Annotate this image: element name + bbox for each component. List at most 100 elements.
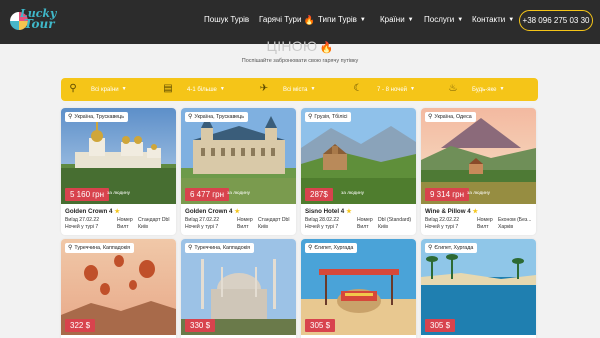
nights-count: Ночей у турі 7 bbox=[305, 224, 339, 230]
map-pin-icon: ⚲ bbox=[69, 83, 77, 94]
location-text: Єгипет, Хургада bbox=[434, 245, 474, 251]
country-select[interactable]: Всі країни ▼ bbox=[83, 78, 157, 101]
location-badge: ⚲ Україна, Трускавець bbox=[185, 112, 248, 122]
tour-card[interactable]: ⚲ Грузія, Тбілісі 287$ за людину Sisno Ho… bbox=[301, 108, 416, 235]
star-icon: ★ bbox=[472, 209, 479, 215]
nav-item-search-tours[interactable]: Пошук Турів bbox=[204, 15, 249, 24]
meal-type: Вилт bbox=[357, 224, 369, 230]
map-pin-icon: ⚲ bbox=[68, 114, 73, 120]
hotel-name-text: Golden Crown 4 bbox=[65, 208, 113, 215]
price-tag: 5 160 грн bbox=[65, 188, 110, 201]
departure-date: Виїзд 27.02.22 bbox=[65, 217, 100, 223]
phone-button[interactable]: +38 096 275 03 30 bbox=[519, 10, 593, 31]
tour-card[interactable]: ⚲ Україна, Трускавець 5 160 грн за людину… bbox=[61, 108, 176, 235]
hotel-name-text: Sisno Hotel 4 bbox=[305, 208, 345, 215]
nav-label: Країни bbox=[380, 15, 405, 24]
price-per-person: за людину bbox=[341, 191, 365, 196]
logo-line-2: Tour bbox=[24, 17, 55, 31]
price-per-person: за людину bbox=[227, 191, 251, 196]
people-icon: ▤ bbox=[163, 83, 173, 94]
price-tag: 305 $ bbox=[305, 319, 336, 332]
chevron-down-icon: ▼ bbox=[310, 86, 316, 92]
fire-icon: 🔥 bbox=[303, 15, 315, 25]
nav-item-countries[interactable]: Країни ▼ bbox=[380, 15, 414, 24]
price-tag: 9 314 грн bbox=[425, 188, 470, 201]
tour-card[interactable]: ⚲ Єгипет, Хургада 305 $ bbox=[421, 239, 536, 338]
nav-label: Послуги bbox=[424, 15, 455, 24]
hotel-name[interactable]: Golden Crown 4 ★ bbox=[185, 208, 240, 215]
location-badge: ⚲ Туреччина, Каппадокія bbox=[185, 243, 255, 253]
tour-card[interactable]: ⚲ Єгипет, Хургада 305 $ bbox=[301, 239, 416, 338]
hotel-name[interactable]: Golden Crown 4 ★ bbox=[65, 208, 120, 215]
chevron-down-icon: ▼ bbox=[407, 17, 414, 23]
lucky-tour-logo[interactable]: Lucky Tour bbox=[8, 4, 58, 40]
location-text: Єгипет, Хургада bbox=[314, 245, 354, 251]
departure-city: Київ bbox=[138, 224, 148, 230]
location-badge: ⚲ Україна, Трускавець bbox=[65, 112, 128, 122]
country-select-value: Всі країни bbox=[91, 87, 119, 93]
fire-icon: 🔥 bbox=[319, 42, 334, 54]
departure-city: Харків bbox=[498, 224, 514, 230]
hotel-name[interactable]: Sisno Hotel 4 ★ bbox=[305, 208, 352, 215]
price-tag: 330 $ bbox=[185, 319, 216, 332]
room-type: Стандарт Dbl bbox=[138, 217, 170, 223]
location-badge: ⚲ Україна, Одеса bbox=[425, 112, 476, 122]
price-tag: 322 $ bbox=[65, 319, 96, 332]
nav-label: Пошук Турів bbox=[204, 15, 250, 24]
room-type: Стандарт Dbl bbox=[258, 217, 290, 223]
nav-item-hot-tours[interactable]: Гарячі Тури 🔥 bbox=[259, 15, 315, 26]
departure-city: Київ bbox=[258, 224, 268, 230]
meal-select-value: Будь-яке bbox=[472, 87, 497, 93]
tour-card[interactable]: ⚲ Туреччина, Каппадокія 322 $ bbox=[61, 239, 176, 338]
map-pin-icon: ⚲ bbox=[188, 114, 193, 120]
meal-type: Вилт bbox=[117, 224, 129, 230]
nav-item-tour-types[interactable]: Типи Турів ▼ bbox=[318, 15, 366, 24]
people-select-value: 4-1 більше bbox=[187, 87, 217, 93]
logo-text: Lucky Tour bbox=[20, 8, 56, 30]
tour-card[interactable]: ⚲ Туреччина, Каппадокія 330 $ bbox=[181, 239, 296, 338]
chevron-down-icon: ▼ bbox=[499, 86, 505, 92]
room-type: Dbl (Standard) bbox=[378, 217, 412, 223]
location-text: Туреччина, Каппадокія bbox=[74, 245, 131, 251]
fork-knife-icon: ♨ bbox=[448, 83, 458, 94]
nights-select-value: 7 - 8 ночей bbox=[377, 87, 408, 93]
people-select[interactable]: 4-1 більше ▼ bbox=[179, 78, 253, 101]
page-title: ЦІНОЮ 🔥 bbox=[0, 38, 600, 54]
tour-card[interactable]: ⚲ Україна, Одеса 9 314 грн за людину Wine… bbox=[421, 108, 536, 235]
nights-count: Ночей у турі 7 bbox=[185, 224, 219, 230]
departure-city-select-value: Всі міста bbox=[283, 87, 308, 93]
tour-filter-bar: ⚲ Всі країни ▼ ▤ 4-1 більше ▼ ✈ Всі міста ▼… bbox=[61, 78, 538, 101]
nav-item-contacts[interactable]: Контакти ▼ bbox=[472, 15, 514, 24]
page-subtitle: Поспішайте забронювати свою гарячу путів… bbox=[241, 58, 359, 64]
departure-date: Виїзд 28.02.22 bbox=[305, 217, 340, 223]
meal-type: Вилт bbox=[477, 224, 489, 230]
nights-count: Ночей у турі 7 bbox=[65, 224, 99, 230]
map-pin-icon: ⚲ bbox=[68, 245, 73, 251]
location-badge: ⚲ Туреччина, Каппадокія bbox=[65, 243, 135, 253]
room-label: Номер bbox=[357, 217, 373, 223]
nights-select[interactable]: 7 - 8 ночей ▼ bbox=[369, 78, 445, 101]
location-badge: ⚲ Єгипет, Хургада bbox=[425, 243, 478, 253]
hotel-name-text: Golden Crown 4 bbox=[185, 208, 233, 215]
location-text: Україна, Трускавець bbox=[74, 114, 124, 120]
star-icon: ★ bbox=[346, 209, 352, 215]
star-icon: ★ bbox=[234, 209, 240, 215]
tour-card[interactable]: ⚲ Україна, Трускавець 6 477 грн за людину… bbox=[181, 108, 296, 235]
nav-item-services[interactable]: Послуги ▼ bbox=[424, 15, 463, 24]
price-tag: 287$ bbox=[305, 188, 333, 201]
price-tag: 6 477 грн bbox=[185, 188, 230, 201]
departure-date: Виїзд 22.02.22 bbox=[425, 217, 460, 223]
departure-date: Виїзд 27.02.22 bbox=[185, 217, 220, 223]
room-type: Економ (Без... bbox=[498, 217, 532, 223]
location-text: Україна, Трускавець bbox=[194, 114, 244, 120]
nights-count: Ночей у турі 7 bbox=[425, 224, 459, 230]
location-text: Грузія, Тбілісі bbox=[314, 114, 348, 120]
chevron-down-icon: ▼ bbox=[410, 86, 415, 92]
meal-select[interactable]: Будь-яке ▼ bbox=[464, 78, 534, 101]
hotel-name[interactable]: Wine & Pillow 4 ★ bbox=[425, 208, 478, 215]
page-title-text: ЦІНОЮ bbox=[266, 38, 318, 54]
location-text: Україна, Одеса bbox=[434, 114, 472, 120]
moon-icon: ☾ bbox=[353, 83, 363, 94]
departure-city-select[interactable]: Всі міста ▼ bbox=[275, 78, 349, 101]
room-label: Номер bbox=[117, 217, 133, 223]
